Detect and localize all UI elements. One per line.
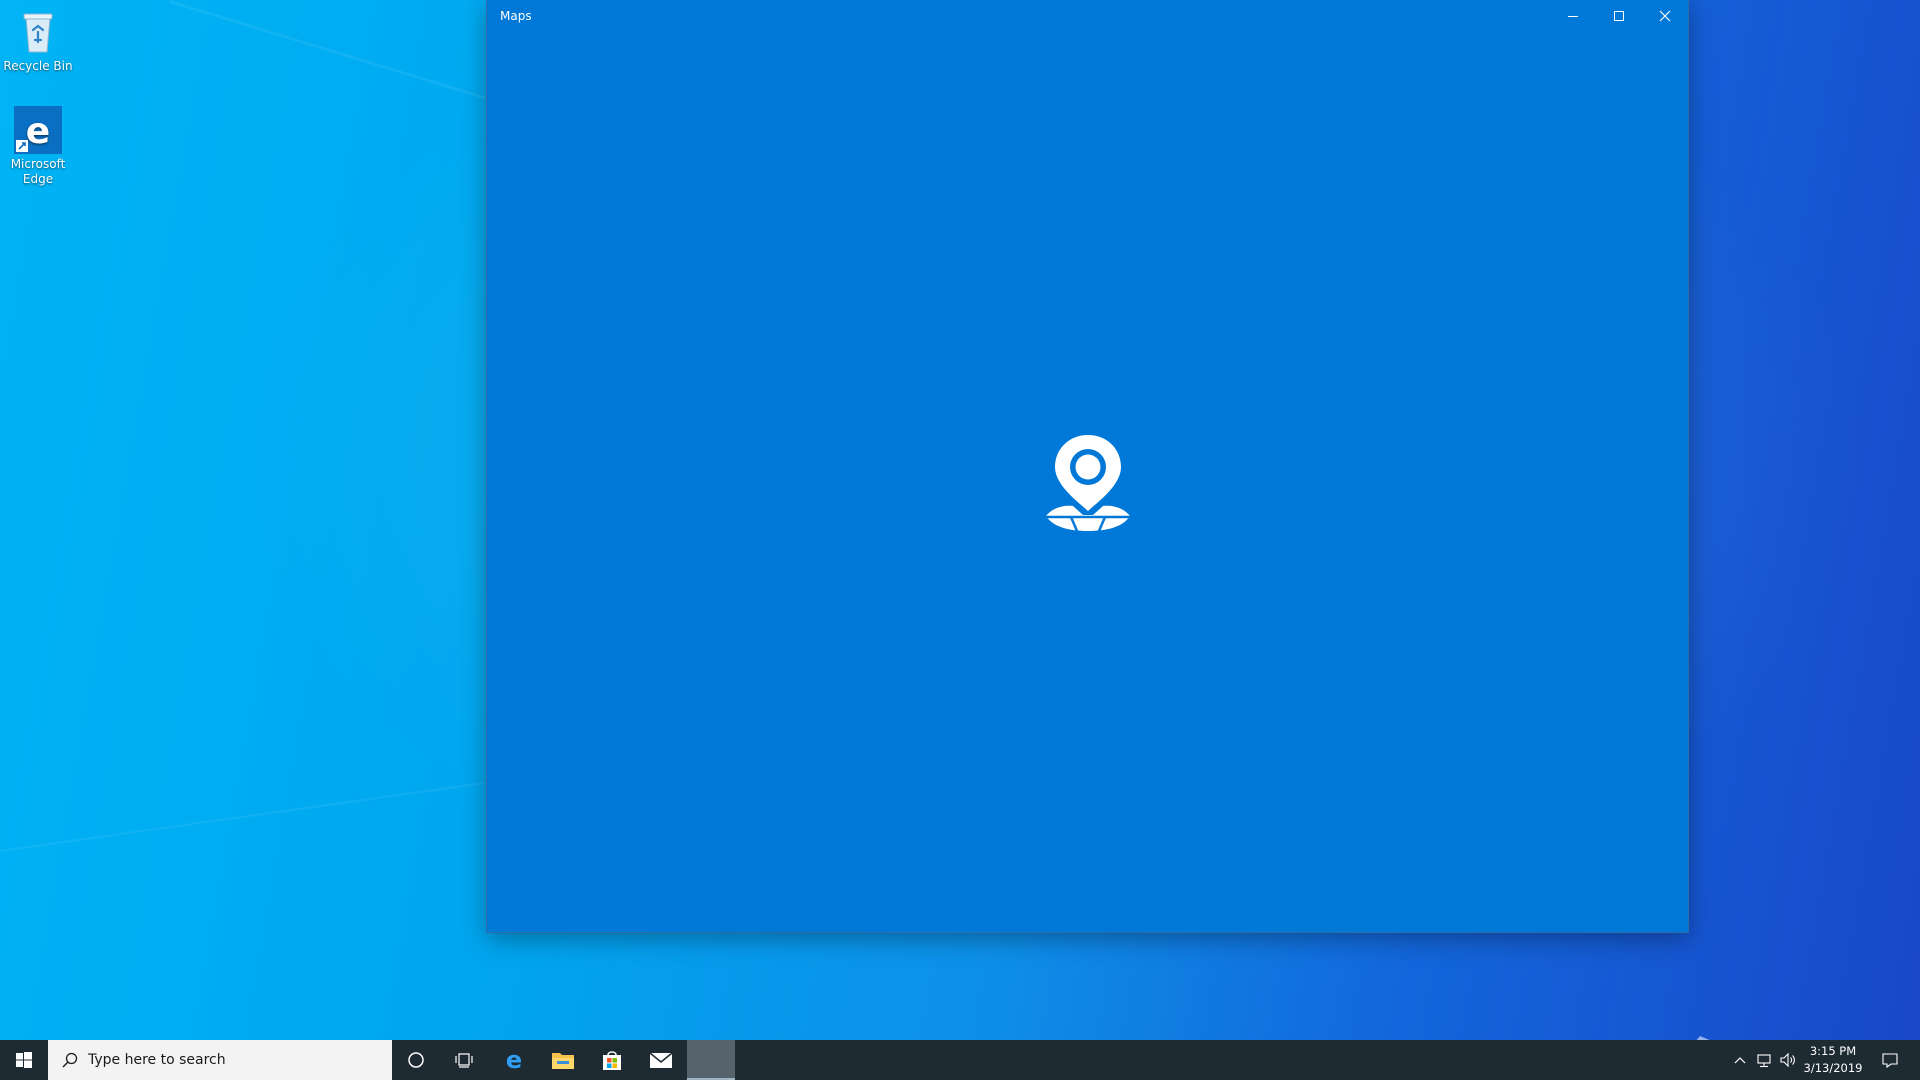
task-view-icon	[455, 1053, 473, 1068]
taskbar-store-button[interactable]	[588, 1040, 636, 1080]
volume-button[interactable]	[1776, 1040, 1800, 1080]
edge-icon: e	[506, 1048, 522, 1072]
maps-window[interactable]: Maps	[487, 0, 1688, 932]
window-title: Maps	[500, 9, 532, 23]
taskbar: Type here to search e 3:15 PM 3/13/2019	[0, 1040, 1920, 1080]
network-icon	[1757, 1054, 1771, 1068]
search-placeholder: Type here to search	[88, 1052, 226, 1068]
taskbar-mail-button[interactable]	[637, 1040, 685, 1080]
mail-icon	[649, 1052, 673, 1068]
action-center-button[interactable]	[1870, 1040, 1910, 1080]
desktop-icon-label: Microsoft Edge	[10, 157, 66, 186]
start-button[interactable]	[0, 1040, 48, 1080]
close-button[interactable]	[1642, 0, 1688, 32]
cortana-icon	[408, 1052, 424, 1068]
chevron-up-icon	[1734, 1057, 1746, 1064]
task-view-button[interactable]	[440, 1040, 488, 1080]
desktop: Recycle Bin e Microsoft Edge Maps Type h…	[0, 0, 1920, 1080]
svg-text:e: e	[26, 111, 50, 152]
svg-text:e: e	[506, 1048, 522, 1072]
title-bar[interactable]: Maps	[487, 0, 1688, 32]
clock-date: 3/13/2019	[1803, 1061, 1863, 1075]
wallpaper-beam	[169, 0, 496, 103]
tray-overflow-button[interactable]	[1728, 1040, 1752, 1080]
network-button[interactable]	[1752, 1040, 1776, 1080]
search-icon	[62, 1052, 78, 1068]
close-icon	[1659, 10, 1671, 22]
maps-logo-icon	[1043, 433, 1133, 533]
volume-icon	[1780, 1052, 1795, 1068]
maximize-button[interactable]	[1596, 0, 1642, 32]
minimize-button[interactable]	[1550, 0, 1596, 32]
search-box[interactable]: Type here to search	[48, 1040, 392, 1080]
wallpaper-beam	[0, 780, 496, 852]
clock-time: 3:15 PM	[1809, 1044, 1857, 1058]
taskbar-file-explorer-button[interactable]	[539, 1040, 587, 1080]
desktop-icon-microsoft-edge[interactable]: e Microsoft Edge	[0, 106, 76, 187]
cortana-button[interactable]	[392, 1040, 440, 1080]
edge-icon: e	[14, 106, 62, 154]
desktop-icon-recycle-bin[interactable]: Recycle Bin	[0, 8, 76, 74]
maximize-icon	[1614, 11, 1624, 21]
minimize-icon	[1568, 16, 1578, 17]
maps-app-icon	[711, 1059, 712, 1060]
desktop-icon-label: Recycle Bin	[3, 59, 73, 73]
file-explorer-icon	[552, 1053, 574, 1069]
recycle-bin-icon	[14, 8, 62, 56]
store-icon	[603, 1051, 621, 1070]
clock[interactable]: 3:15 PM 3/13/2019	[1798, 1043, 1868, 1077]
taskbar-edge-button[interactable]: e	[490, 1040, 538, 1080]
taskbar-maps-button[interactable]	[687, 1040, 735, 1080]
start-icon	[16, 1052, 32, 1068]
notifications-icon	[1882, 1053, 1898, 1068]
